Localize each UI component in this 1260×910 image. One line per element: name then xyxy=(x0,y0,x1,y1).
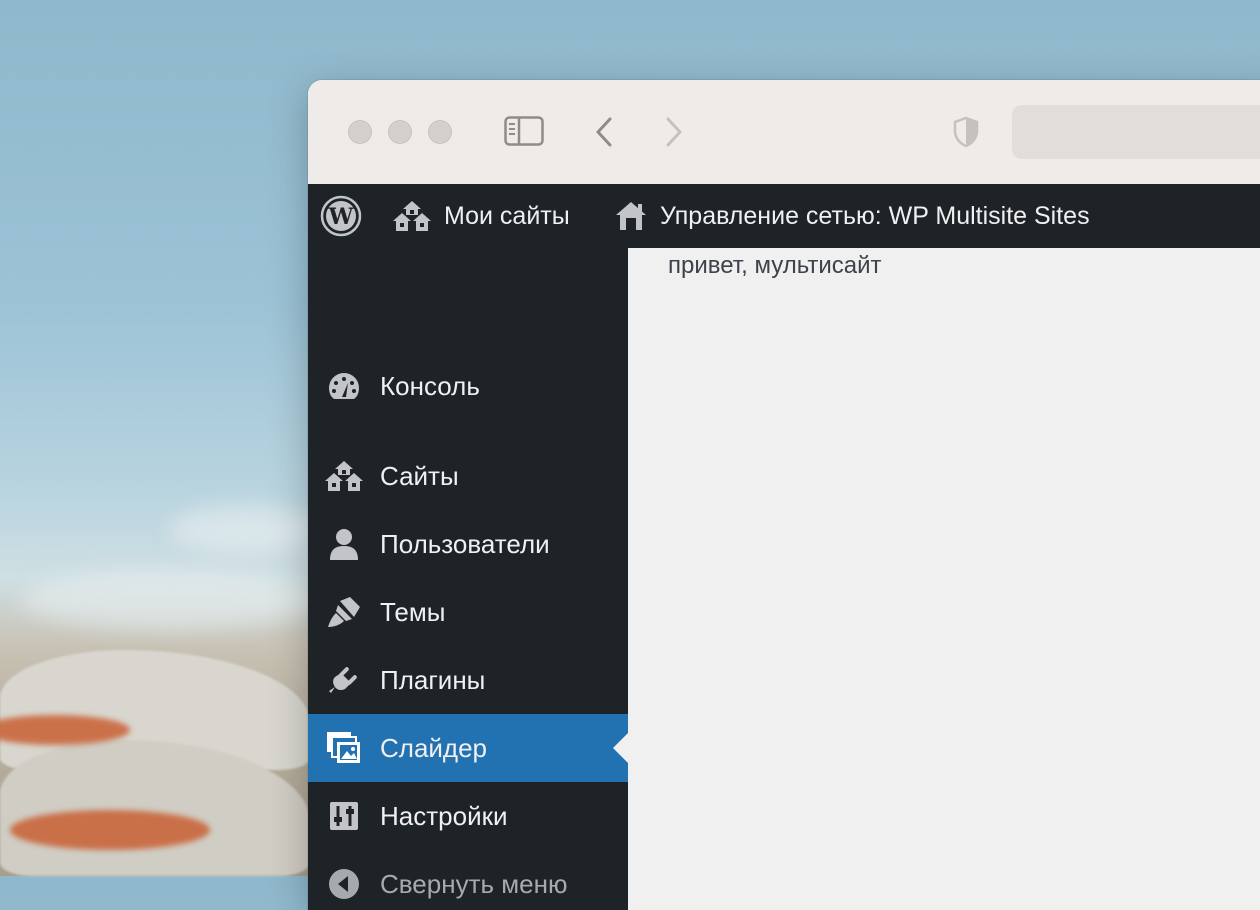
address-bar[interactable] xyxy=(1012,105,1260,159)
sidebar-icon[interactable] xyxy=(504,116,544,151)
sidebar-item-console[interactable]: Консоль xyxy=(308,352,628,420)
sidebar-item-settings[interactable]: Настройки xyxy=(308,782,628,850)
collapse-menu-button[interactable]: Свернуть меню xyxy=(308,850,628,910)
admin-sidebar: Консоль Сайты Пользователи Темы Плагины … xyxy=(308,248,628,910)
wp-admin-bar: W Мои сайты Управление сетью: WP Multisi… xyxy=(308,184,1260,248)
collapse-menu-label: Свернуть меню xyxy=(380,868,568,899)
sidebar-item-label: Темы xyxy=(380,596,446,627)
browser-window: W Мои сайты Управление сетью: WP Multisi… xyxy=(308,80,1260,910)
content-text: привет, мультисайт xyxy=(668,252,882,279)
plugin-icon xyxy=(324,660,364,700)
sidebar-item-label: Сайты xyxy=(380,460,459,491)
sidebar-item-slider[interactable]: Слайдер xyxy=(308,714,628,782)
home-icon xyxy=(616,202,646,230)
user-icon xyxy=(324,524,364,564)
zoom-window-button[interactable] xyxy=(428,120,452,144)
sidebar-item-users[interactable]: Пользователи xyxy=(308,510,628,578)
sidebar-item-sites[interactable]: Сайты xyxy=(308,442,628,510)
chevron-left-icon[interactable] xyxy=(594,116,614,153)
shield-icon[interactable] xyxy=(952,116,980,153)
minimize-window-button[interactable] xyxy=(388,120,412,144)
dashboard-icon xyxy=(324,366,364,406)
sites-icon xyxy=(324,456,364,496)
sidebar-item-label: Слайдер xyxy=(380,732,488,763)
chevron-right-icon[interactable] xyxy=(664,116,684,153)
network-admin-menu[interactable]: Управление сетью: WP Multisite Sites xyxy=(614,184,1090,248)
sidebar-item-label: Консоль xyxy=(380,370,480,401)
svg-text:W: W xyxy=(328,204,354,230)
my-sites-label: Мои сайты xyxy=(444,201,570,230)
sidebar-item-label: Настройки xyxy=(380,800,508,831)
sidebar-item-themes[interactable]: Темы xyxy=(308,578,628,646)
settings-icon xyxy=(324,796,364,836)
paintbrush-icon xyxy=(324,592,364,632)
browser-toolbar xyxy=(308,80,1260,185)
sites-icon xyxy=(393,201,431,231)
main-content: привет, мультисайт xyxy=(628,248,1260,910)
sidebar-item-label: Плагины xyxy=(380,664,486,695)
close-window-button[interactable] xyxy=(348,120,372,144)
my-sites-menu[interactable]: Мои сайты xyxy=(392,184,570,248)
wordpress-logo-icon[interactable]: W xyxy=(320,184,362,248)
images-icon xyxy=(324,728,364,768)
network-admin-label: Управление сетью: WP Multisite Sites xyxy=(660,201,1090,230)
sidebar-item-plugins[interactable]: Плагины xyxy=(308,646,628,714)
sidebar-item-label: Пользователи xyxy=(380,528,550,559)
collapse-arrow-icon xyxy=(324,864,364,904)
